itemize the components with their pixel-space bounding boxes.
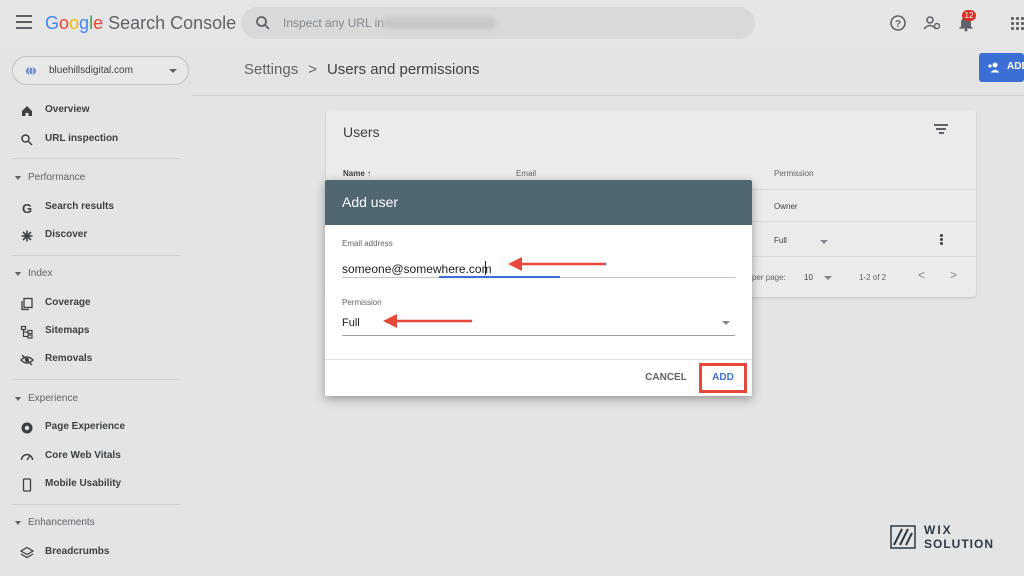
person-add-icon: [988, 62, 1000, 73]
breadcrumbs-layers-icon: [20, 546, 34, 559]
add-user-dialog: Add user Email address someone@somewhere…: [325, 180, 752, 396]
speedometer-icon: [20, 453, 34, 461]
redacted-property-url: [382, 17, 496, 29]
cancel-button[interactable]: CANCEL: [643, 369, 689, 387]
search-placeholder: Inspect any URL in: [283, 16, 384, 30]
email-focus-underline: [439, 276, 560, 278]
sidebar-divider: [12, 379, 180, 380]
breadcrumb-separator: >: [308, 61, 317, 78]
sidebar-item-coverage[interactable]: Coverage: [0, 292, 192, 316]
permission-field-label: Permission: [342, 298, 382, 307]
dialog-header: Add user: [325, 180, 752, 225]
rows-per-page-select[interactable]: 10: [804, 273, 813, 282]
url-inspection-search[interactable]: Inspect any URL in: [241, 7, 755, 39]
dialog-footer-divider: [325, 359, 752, 360]
section-index[interactable]: Index: [0, 265, 192, 285]
sidebar-divider: [12, 504, 180, 505]
users-card-title: Users: [343, 124, 380, 140]
section-experience[interactable]: Experience: [0, 390, 192, 410]
hamburger-menu-icon[interactable]: [16, 15, 32, 29]
chevron-down-icon[interactable]: [722, 321, 730, 325]
text-cursor: [485, 261, 486, 275]
breadcrumb-settings-link[interactable]: Settings: [244, 61, 298, 78]
search-icon: [256, 16, 270, 30]
property-globe-icon: [26, 66, 36, 76]
page-title: Users and permissions: [326, 61, 480, 78]
sidebar-item-page-experience[interactable]: Page Experience: [0, 416, 192, 440]
column-header-email[interactable]: Email: [516, 169, 536, 178]
discover-asterisk-icon: [21, 230, 33, 242]
wix-solution-logo-icon: [890, 525, 916, 549]
top-bar: Google Search Console Inspect any URL in…: [0, 0, 1024, 48]
section-performance[interactable]: Performance: [0, 169, 192, 189]
google-g-icon: G: [22, 201, 32, 215]
permission-field-underline: [342, 335, 735, 336]
pagination-range: 1-2 of 2: [859, 273, 887, 282]
email-field-label: Email address: [342, 239, 393, 248]
column-header-permission[interactable]: Permission: [774, 169, 814, 178]
sidebar-item-removals[interactable]: Removals: [0, 348, 192, 372]
email-field[interactable]: someone@somewhere.com: [342, 262, 492, 276]
app-logo[interactable]: Google Search Console: [45, 13, 236, 34]
dialog-title: Add user: [342, 194, 399, 210]
permission-select[interactable]: Full: [342, 317, 360, 329]
chevron-down-icon: [169, 69, 177, 73]
svg-text:?: ?: [895, 19, 901, 30]
sidebar-item-mobile-usability[interactable]: Mobile Usability: [0, 473, 192, 497]
column-header-name[interactable]: Name ↑: [343, 169, 371, 178]
more-options-icon[interactable]: [940, 234, 944, 246]
sitemap-icon: [20, 325, 33, 339]
sidebar-item-url-inspection[interactable]: URL inspection: [0, 128, 192, 152]
chevron-down-icon: [820, 240, 828, 244]
sidebar-item-search-results[interactable]: G Search results: [0, 196, 192, 220]
sidebar-item-discover[interactable]: Discover: [0, 224, 192, 248]
sidebar-divider: [12, 158, 180, 159]
caret-down-icon: [15, 272, 21, 276]
caret-down-icon: [15, 397, 21, 401]
home-icon: [22, 106, 32, 116]
breadcrumb: Settings > Users and permissions: [244, 61, 480, 78]
property-selector[interactable]: bluehillsdigital.com: [12, 56, 189, 85]
prev-page-icon[interactable]: <: [918, 268, 925, 282]
filter-icon[interactable]: [934, 124, 948, 136]
page-experience-icon: [21, 422, 33, 434]
help-icon[interactable]: ?: [888, 13, 908, 33]
smartphone-icon: [22, 478, 32, 492]
sidebar-item-sitemaps[interactable]: Sitemaps: [0, 320, 192, 344]
sort-arrow-icon: ↑: [367, 169, 372, 178]
next-page-icon[interactable]: >: [950, 268, 957, 282]
property-label: bluehillsdigital.com: [49, 65, 133, 76]
section-enhancements[interactable]: Enhancements: [0, 514, 192, 534]
add-button[interactable]: ADD: [699, 363, 747, 393]
sidebar-item-overview[interactable]: Overview: [0, 99, 192, 123]
apps-grid-icon[interactable]: [1011, 17, 1024, 30]
manage-users-icon[interactable]: [922, 13, 942, 33]
svg-text:G: G: [22, 201, 32, 215]
sidebar-item-breadcrumbs[interactable]: Breadcrumbs: [0, 541, 192, 565]
sidebar-divider: [12, 255, 180, 256]
table-cell-permission: Owner: [774, 202, 798, 211]
search-icon: [21, 134, 33, 146]
removals-eye-off-icon: [20, 354, 34, 366]
sidebar-item-core-web-vitals[interactable]: Core Web Vitals: [0, 445, 192, 469]
add-user-button[interactable]: ADD: [979, 53, 1024, 82]
rows-per-page-label: per page:: [752, 273, 786, 282]
sidebar: bluehillsdigital.com Overview URL inspec…: [0, 48, 192, 576]
wix-solution-watermark: WIX SOLUTION: [890, 523, 1000, 551]
notification-count-badge: 12: [962, 10, 976, 21]
caret-down-icon: [15, 176, 21, 180]
chevron-down-icon: [824, 276, 832, 280]
header-divider: [192, 95, 1024, 96]
table-cell-permission-select[interactable]: Full: [774, 236, 787, 245]
caret-down-icon: [15, 521, 21, 525]
coverage-copy-icon: [21, 297, 33, 311]
